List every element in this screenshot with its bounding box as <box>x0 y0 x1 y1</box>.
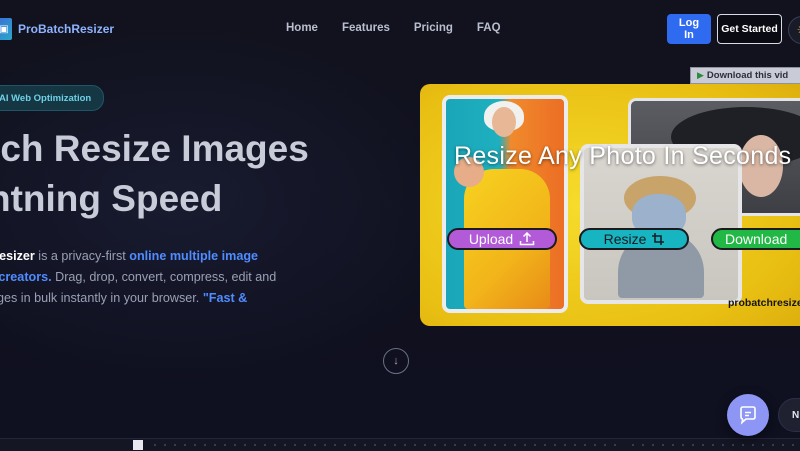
promo-video-banner[interactable]: Resize Any Photo In Seconds Upload Resiz… <box>420 84 800 326</box>
feature-badge: AI Web Optimization <box>0 85 105 111</box>
chat-bubble-icon <box>740 406 756 425</box>
hero-title: tch Resize Images htning Speed <box>0 124 309 224</box>
nav-features[interactable]: Features <box>342 22 390 34</box>
logo-text: ProBatchResizer <box>18 22 115 36</box>
strip-dots <box>150 444 620 446</box>
promo-title: Resize Any Photo In Seconds <box>454 142 792 170</box>
video-download-label: Download this vid <box>706 70 789 81</box>
promo-upload-label: Upload <box>468 231 514 247</box>
promo-resize-label: Resize <box>603 231 647 247</box>
video-download-bar[interactable]: ▶ Download this vid <box>690 67 800 84</box>
hero-quote: "Fast & <box>202 291 248 305</box>
chat-button[interactable] <box>727 394 769 436</box>
strip-handle[interactable] <box>133 440 143 450</box>
sample-photo-fashion <box>442 95 568 313</box>
hero-desc-text3: ages in bulk instantly in your browser. <box>0 291 203 305</box>
promo-download-button: Download <box>711 228 800 250</box>
scroll-down-icon[interactable]: ↓ <box>383 348 409 374</box>
promo-upload-button: Upload <box>447 228 557 250</box>
nav-home[interactable]: Home <box>286 22 318 34</box>
hero-link-creators[interactable]: r creators. <box>0 270 52 284</box>
nav-faq[interactable]: FAQ <box>477 22 501 34</box>
hero-title-line1: tch Resize Images <box>0 128 309 169</box>
hero-title-line2: htning Speed <box>0 178 223 219</box>
logo-icon: ▣ <box>0 18 12 40</box>
hero-desc-text1: is a privacy-first <box>34 249 130 263</box>
hero-brand: Resizer <box>0 249 35 263</box>
nav-pricing[interactable]: Pricing <box>414 22 453 34</box>
login-button[interactable]: Log In <box>667 14 711 44</box>
hero-link-online[interactable]: online multiple image <box>129 249 258 263</box>
play-icon: ▶ <box>697 70 704 80</box>
promo-download-label: Download <box>725 231 788 247</box>
get-started-button[interactable]: Get Started <box>717 14 782 44</box>
hero-description: Resizer is a privacy-first online multip… <box>0 246 310 309</box>
promo-resize-button: Resize <box>579 228 689 250</box>
upload-icon <box>519 232 535 246</box>
site-logo[interactable]: ▣ ProBatchResizer <box>0 18 114 40</box>
promo-domain: probatchresizer <box>728 297 800 309</box>
crop-icon <box>652 233 665 245</box>
main-nav: Home Features Pricing FAQ <box>286 22 501 34</box>
strip-dots-right <box>628 444 800 446</box>
hero-desc-text2: Drag, drop, convert, compress, edit and <box>51 270 277 284</box>
